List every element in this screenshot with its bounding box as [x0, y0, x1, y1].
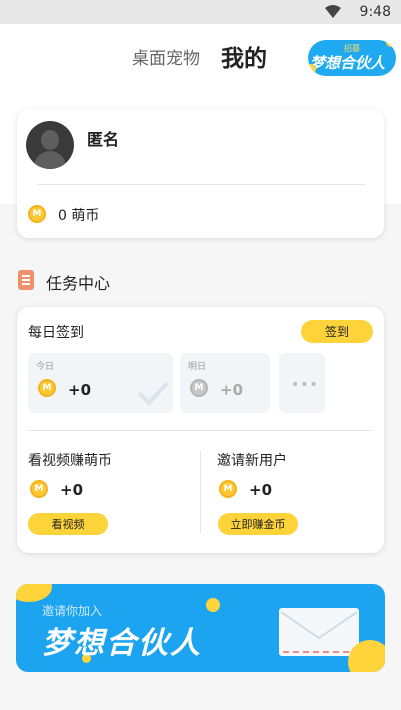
day-label: 今日: [36, 362, 55, 372]
invite-earn-button[interactable]: 立即赚金币: [218, 513, 298, 535]
watch-video-button[interactable]: 看视频: [28, 513, 108, 535]
envelope-flap: [280, 611, 358, 653]
day-label: 明日: [188, 362, 207, 372]
more-icon: •••: [291, 377, 319, 393]
day-reward: +0: [68, 381, 92, 399]
task-center-card: 每日签到 签到 今日 M +0 明日 M +0 ••• 看视频赚萌币 M +0 …: [17, 307, 384, 553]
task-watch-video-reward: +0: [60, 481, 84, 499]
avatar-head: [41, 130, 59, 150]
checkin-button[interactable]: 签到: [301, 320, 373, 343]
task-watch-video-title: 看视频赚萌币: [28, 453, 112, 469]
divider: [28, 430, 372, 431]
status-time: 9:48: [359, 4, 391, 20]
envelope-icon: [279, 608, 359, 656]
status-bar: 9:48: [0, 0, 401, 24]
daily-checkin-title: 每日签到: [28, 325, 84, 341]
default-avatar-icon[interactable]: [26, 121, 74, 169]
coin-balance: 0 萌币: [58, 208, 100, 224]
clipboard-icon: [18, 270, 34, 290]
banner-subtitle: 邀请你加入: [42, 604, 103, 618]
decor-dot: [206, 598, 220, 612]
day-reward: +0: [220, 381, 244, 399]
coin-icon: M: [38, 379, 56, 397]
task-invite-title: 邀请新用户: [217, 453, 287, 469]
task-invite-reward: +0: [249, 481, 273, 499]
task-center-title: 任务中心: [46, 274, 111, 293]
tab-desktop-pet[interactable]: 桌面宠物: [132, 44, 200, 69]
checkin-day-today: 今日 M +0: [28, 353, 173, 413]
coin-icon: M: [28, 205, 46, 223]
tab-mine[interactable]: 我的: [221, 39, 267, 73]
divider: [37, 184, 365, 185]
wifi-icon: [325, 5, 341, 18]
divider: [200, 451, 201, 533]
coin-icon: M: [219, 480, 237, 498]
partner-badge-title: 梦想合伙人: [310, 54, 386, 72]
coin-icon: M: [190, 379, 208, 397]
banner-title: 梦想合伙人: [42, 626, 202, 661]
decor-dot: [16, 584, 52, 602]
checkin-more[interactable]: •••: [279, 353, 325, 413]
checkmark-icon: [137, 381, 169, 406]
partner-recruit-badge[interactable]: 招募 梦想合伙人: [308, 40, 396, 76]
dream-partner-banner[interactable]: 邀请你加入 梦想合伙人: [16, 584, 385, 672]
coin-icon: M: [30, 480, 48, 498]
checkin-day-tomorrow: 明日 M +0: [180, 353, 270, 413]
profile-card: 匿名 M 0 萌币: [17, 109, 384, 238]
username[interactable]: 匿名: [87, 126, 119, 150]
avatar-body: [34, 151, 66, 169]
